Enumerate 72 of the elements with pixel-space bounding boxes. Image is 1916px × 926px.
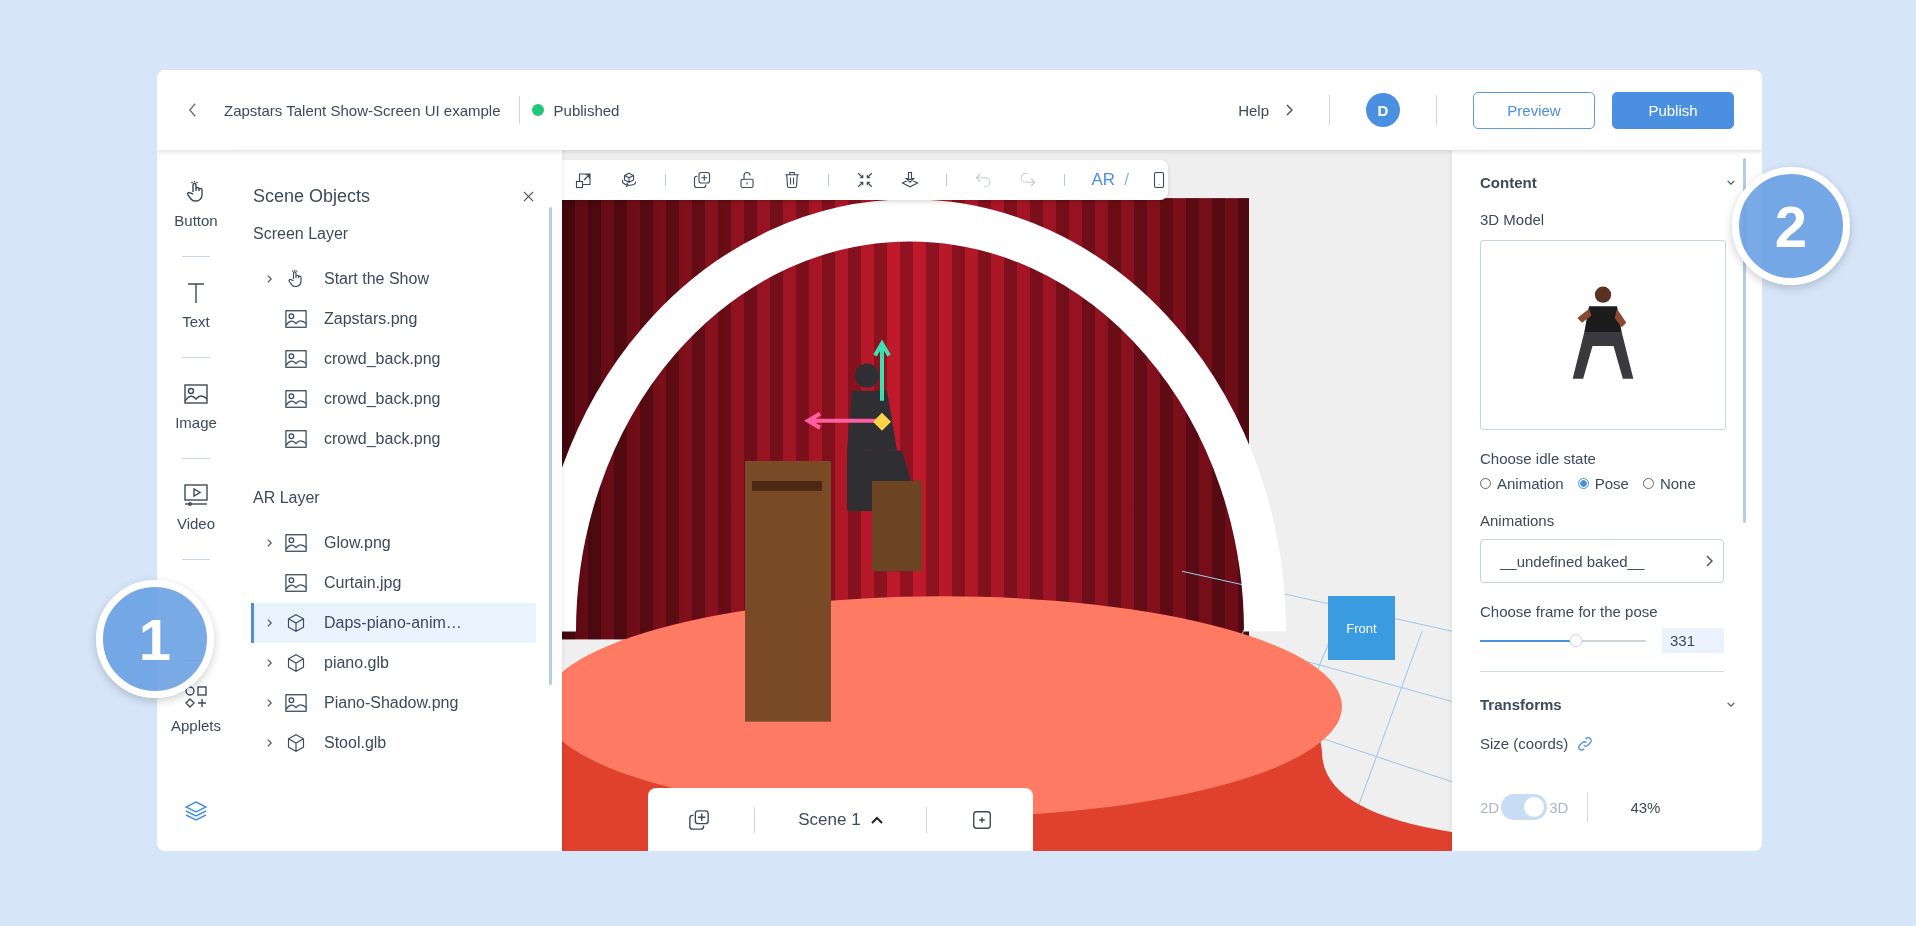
scene-object-item[interactable]: Piano-Shadow.png [251, 683, 536, 723]
chevron-down-icon[interactable] [1726, 179, 1736, 186]
field-label: 3D Model [1480, 211, 1546, 228]
panel-title: Scene Objects [253, 186, 371, 207]
toggle-label: 2D [1480, 798, 1500, 816]
project-title: Zapstars Talent Show-Screen UI example [224, 101, 501, 119]
section-title: Content [1480, 174, 1537, 191]
status-dot [531, 104, 544, 116]
scene-object-item[interactable]: Curtain.jpg [251, 563, 536, 603]
caret-up-icon[interactable] [870, 815, 883, 824]
scene-object-item[interactable]: Glow.png [251, 523, 536, 563]
scene-object-item[interactable]: crowd_back.png [251, 419, 536, 459]
trash-icon[interactable] [782, 169, 801, 191]
zoom-value: 43% [1630, 798, 1661, 816]
layers-icon[interactable] [184, 799, 208, 823]
cube-icon [285, 733, 307, 753]
image-icon [184, 382, 208, 406]
close-icon[interactable] [523, 191, 534, 202]
image-icon [285, 389, 307, 409]
cube-icon [285, 613, 307, 633]
add-scene-icon[interactable] [970, 808, 993, 831]
toggle-label: 3D [1549, 798, 1569, 816]
idle-state-radio[interactable]: None [1642, 475, 1696, 492]
add-element-button[interactable]: Button [174, 180, 218, 232]
status-label: Published [553, 101, 620, 119]
scene-object-item[interactable]: crowd_back.png [251, 339, 536, 379]
field-label: Choose frame for the pose [1480, 603, 1659, 620]
image-icon [285, 573, 307, 593]
animation-select[interactable]: __undefined baked__ [1480, 539, 1724, 583]
expand-chevron-icon[interactable] [266, 738, 273, 748]
image-icon [285, 693, 307, 713]
scene-selector[interactable]: Scene 1 [798, 809, 861, 830]
scene-object-item[interactable]: Daps-piano-anim… [251, 603, 536, 643]
scene-object-item[interactable]: Start the Show [251, 259, 536, 299]
add-element-button[interactable]: Text [182, 281, 210, 333]
image-icon [285, 349, 307, 369]
mode-separator: / [1124, 170, 1129, 190]
layer-heading: Screen Layer [253, 225, 350, 243]
add-element-button[interactable]: Image [175, 382, 217, 434]
image-icon [285, 429, 307, 449]
expand-chevron-icon[interactable] [266, 274, 273, 284]
idle-state-radio[interactable]: Animation [1480, 475, 1564, 492]
duplicate-scene-icon[interactable] [688, 808, 710, 831]
back-icon[interactable] [188, 102, 197, 118]
scene-object-item[interactable]: Stool.glb [251, 723, 536, 763]
field-label: Size (coords) [1480, 735, 1569, 752]
field-label: Animations [1480, 512, 1556, 529]
link-icon[interactable] [1577, 735, 1594, 752]
scene-object-item[interactable]: Zapstars.png [251, 299, 536, 339]
field-label: Choose idle state [1480, 450, 1597, 467]
scene-object-item[interactable]: piano.glb [251, 643, 536, 683]
chevron-down-icon[interactable] [1726, 701, 1736, 708]
cube-icon [285, 653, 307, 673]
chevron-right-icon [1705, 555, 1713, 567]
expand-chevron-icon[interactable] [266, 538, 273, 548]
section-title: Transforms [1480, 696, 1562, 713]
help-link[interactable]: Help [1238, 101, 1269, 119]
video-icon [184, 483, 208, 507]
expand-chevron-icon[interactable] [266, 658, 273, 668]
unlock-icon[interactable] [737, 169, 756, 191]
add-element-button[interactable]: Video [176, 483, 216, 535]
duplicate-icon[interactable] [692, 169, 711, 191]
image-icon [285, 309, 307, 329]
chevron-right-icon [1285, 104, 1293, 116]
scene-object-item[interactable]: crowd_back.png [251, 379, 536, 419]
layer-heading: AR Layer [253, 489, 321, 507]
image-icon [285, 533, 307, 553]
idle-state-radio[interactable]: Pose [1577, 475, 1629, 492]
frame-input[interactable]: 331 [1662, 628, 1724, 653]
shapes-icon [184, 685, 208, 709]
expand-chevron-icon[interactable] [266, 698, 273, 708]
expand-chevron-icon[interactable] [266, 618, 273, 628]
